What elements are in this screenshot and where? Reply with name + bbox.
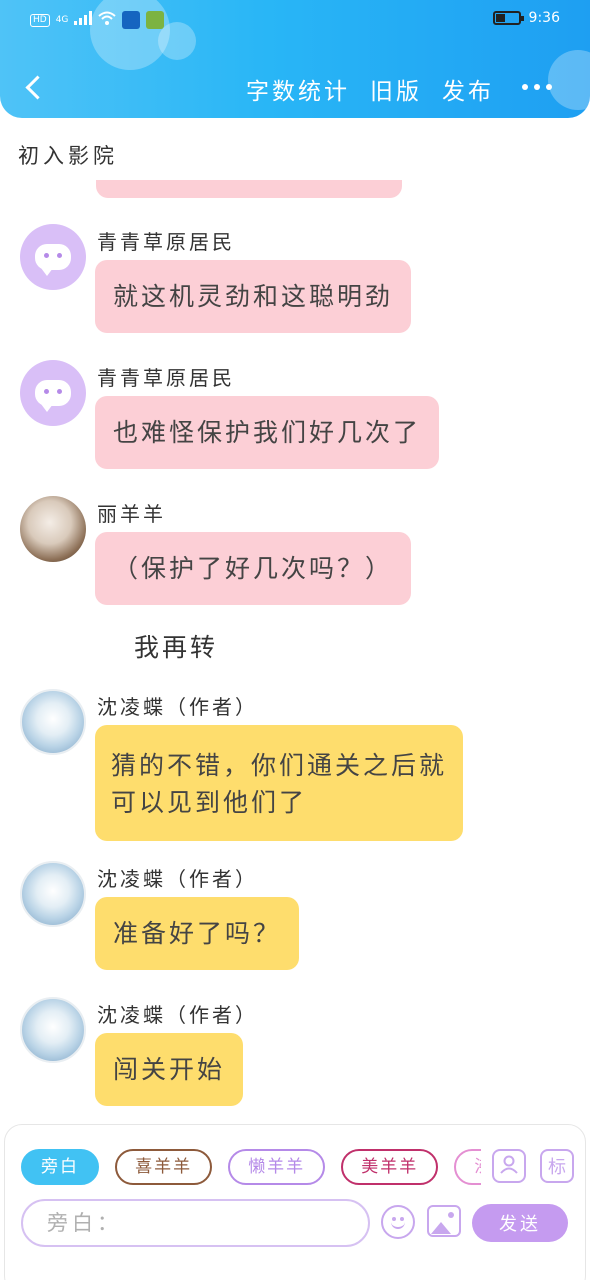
avatar[interactable] [20, 224, 86, 290]
sender-name: 青青草原居民 [97, 230, 235, 254]
emoji-icon[interactable] [381, 1205, 415, 1239]
send-button[interactable]: 发送 [472, 1204, 568, 1242]
previous-message-bubble[interactable] [96, 180, 402, 198]
hd-badge: HD [30, 13, 50, 27]
word-count-button[interactable]: 字数统计 [246, 72, 350, 106]
publish-button[interactable]: 发布 [442, 72, 494, 106]
wifi-icon [98, 11, 117, 29]
message-bubble[interactable]: 也难怪保护我们好几次了 [95, 396, 440, 469]
old-version-button[interactable]: 旧版 [370, 72, 422, 106]
top-bar: HD 4G 9:36 字数统计 旧版 发布 [0, 0, 590, 118]
decorative-bubble [548, 50, 590, 110]
image-icon[interactable] [427, 1205, 461, 1237]
message-bubble[interactable]: 闯关开始 [95, 1033, 244, 1106]
role-chip[interactable]: 沸羊羊 [454, 1149, 481, 1185]
role-chip-narrator[interactable]: 旁白 [21, 1149, 99, 1185]
message-bubble[interactable]: 就这机灵劲和这聪明劲 [95, 260, 412, 333]
avatar[interactable] [20, 496, 86, 562]
more-options-button[interactable] [522, 84, 552, 90]
clock: 9:36 [528, 10, 560, 26]
narration-text[interactable]: 我再转 [134, 628, 218, 664]
network-type: 4G [55, 15, 69, 25]
avatar[interactable] [20, 997, 86, 1063]
chat-bubble-icon [35, 380, 71, 412]
composer-panel: 旁白 喜羊羊 懒羊羊 美羊羊 沸羊羊 标 发送 [4, 1124, 586, 1280]
role-chip[interactable]: 美羊羊 [341, 1149, 439, 1185]
message-bubble[interactable]: 猜的不错，你们通关之后就 可以见到他们了 [95, 725, 464, 841]
message-bubble[interactable]: （保护了好几次吗？） [95, 532, 412, 605]
person-icon [498, 1153, 520, 1180]
avatar[interactable] [20, 689, 86, 755]
role-chip[interactable]: 懒羊羊 [228, 1149, 326, 1185]
sender-name: 沈凌蝶（作者） [97, 695, 258, 719]
scene-title[interactable]: 初入影院 [18, 140, 118, 170]
avatar[interactable] [20, 360, 86, 426]
role-selector: 旁白 喜羊羊 懒羊羊 美羊羊 沸羊羊 [21, 1149, 481, 1187]
chat-bubble-icon [35, 244, 71, 276]
sender-name: 沈凌蝶（作者） [97, 867, 258, 891]
sender-name: 青青草原居民 [97, 366, 235, 390]
back-button[interactable] [18, 70, 48, 104]
add-role-button[interactable] [492, 1149, 526, 1183]
status-bar: HD 4G 9:36 [0, 0, 590, 40]
message-line: 可以见到他们了 [111, 788, 308, 817]
signal-icon [74, 11, 93, 29]
avatar[interactable] [20, 861, 86, 927]
mark-button[interactable]: 标 [540, 1149, 574, 1183]
sender-name: 沈凌蝶（作者） [97, 1003, 258, 1027]
app-notification-icon [122, 11, 141, 29]
battery-icon [492, 11, 524, 25]
message-input[interactable] [21, 1199, 370, 1247]
sender-name: 丽羊羊 [97, 502, 166, 526]
app-notification-icon [146, 11, 165, 29]
role-chip[interactable]: 喜羊羊 [115, 1149, 213, 1185]
message-bubble[interactable]: 准备好了吗？ [95, 897, 300, 970]
message-line: 猜的不错，你们通关之后就 [111, 751, 448, 780]
